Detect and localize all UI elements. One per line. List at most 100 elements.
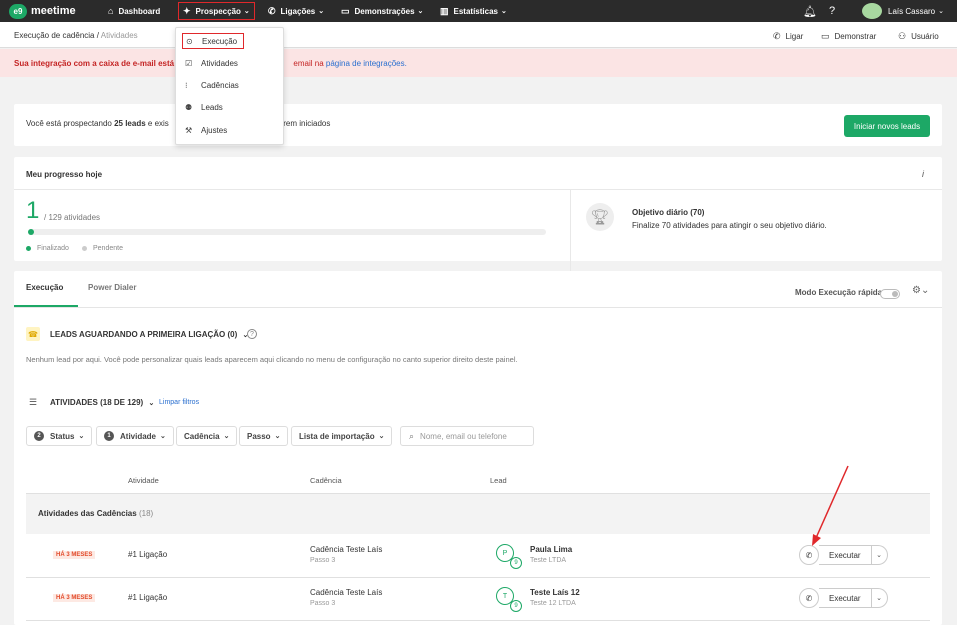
filter-passo[interactable]: Passo ⌄ (239, 426, 289, 446)
integrations-link[interactable]: página de integrações. (326, 59, 407, 68)
column-header-lead: Lead (490, 476, 507, 485)
start-new-leads-button[interactable]: Iniciar novos leads (844, 115, 930, 137)
execute-button[interactable]: Executar (819, 588, 872, 608)
gear-icon[interactable]: ⚙⌄ (912, 285, 929, 296)
cadence-step: Passo 3 (310, 600, 336, 607)
tab-power-dialer[interactable]: Power Dialer (88, 283, 136, 292)
menu-item-leads[interactable]: ⚉ Leads (182, 99, 223, 115)
lead-company: Teste LTDA (530, 557, 567, 564)
nav-prospeccao[interactable]: ✦ Prospecção ⌄ (178, 2, 255, 20)
phone-icon: ✆ (268, 5, 276, 16)
cadence-name[interactable]: Cadência Teste Laís (310, 588, 382, 597)
people-icon: ⚉ (185, 102, 193, 112)
quick-mode-toggle[interactable] (880, 289, 900, 299)
checkbox-icon: ☑ (185, 58, 193, 68)
menu-item-cadencias[interactable]: ⁝ Cadências (182, 77, 239, 93)
filter-atividade-label: Atividade (120, 431, 157, 441)
group-count: (18) (138, 509, 154, 518)
bell-icon[interactable]: 🔔︎ (803, 3, 817, 19)
logo-text: meetime (31, 5, 76, 17)
leads-section-title[interactable]: LEADS AGUARDANDO A PRIMEIRA LIGAÇÃO (0) … (50, 330, 248, 339)
question-icon[interactable]: ? (247, 329, 257, 339)
annotation-arrow (812, 465, 849, 546)
menu-item-leads-label: Leads (201, 102, 223, 112)
nav-ligacoes[interactable]: ✆ Ligações ⌄ (268, 4, 324, 18)
filter-lista-label: Lista de importação (299, 431, 375, 441)
progress-total: / 129 atividades (44, 213, 101, 222)
chart-icon: ▥ (440, 5, 449, 16)
info-icon[interactable]: i (922, 169, 924, 179)
trophy-icon: 🏆︎ (586, 203, 614, 231)
progress-bar-fill (28, 229, 35, 235)
leads-section-title-text: LEADS AGUARDANDO A PRIMEIRA LIGAÇÃO (0) (50, 330, 238, 339)
menu-item-atividades[interactable]: ☑ Atividades (182, 55, 238, 71)
clear-filters-link[interactable]: Limpar filtros (159, 399, 199, 406)
chevron-down-icon[interactable]: ⌄ (871, 545, 888, 565)
demonstrar-button[interactable]: ▭ Demonstrar (821, 31, 876, 42)
filter-passo-label: Passo (247, 431, 271, 441)
prospect-card: Você está prospectando 25 leads e exis se… (14, 104, 942, 146)
lead-name[interactable]: Teste Laís 12 (530, 588, 580, 597)
divider (14, 189, 942, 190)
nav-estatisticas[interactable]: ▥ Estatísticas ⌄ (440, 4, 507, 18)
help-icon[interactable]: ? (829, 3, 835, 19)
ligar-button[interactable]: ✆ Ligar (773, 31, 803, 42)
activities-section-title-text: ATIVIDADES (18 DE 129) (50, 398, 144, 407)
search-input[interactable]: ⌕ Nome, email ou telefone (400, 426, 534, 446)
column-header-atividade: Atividade (128, 476, 159, 485)
filter-status-label: Status (50, 431, 75, 441)
table-row[interactable]: HÁ 3 MESES #1 Ligação Cadência Teste Laí… (26, 578, 930, 620)
chevron-down-icon: ⌄ (160, 433, 166, 440)
prospeccao-dropdown-menu: ⊙ Execução ☑ Atividades ⁝ Cadências ⚉ Le… (175, 27, 284, 145)
legend-pending-dot (82, 246, 87, 251)
quick-mode-label: Modo Execução rápida (795, 288, 883, 297)
chevron-down-icon: ⌄ (318, 8, 325, 15)
activities-section-title[interactable]: ATIVIDADES (18 DE 129) ⌄ (50, 398, 154, 407)
execute-button-group: ✆ Executar ⌄ (799, 588, 888, 608)
menu-item-atividades-label: Atividades (201, 58, 238, 68)
time-badge: HÁ 3 MESES (53, 594, 96, 602)
menu-item-execucao-label: Execução (202, 36, 238, 46)
nav-dashboard[interactable]: ⌂ Dashboard (108, 4, 160, 18)
table-row[interactable]: HÁ 3 MESES #1 Ligação Cadência Teste Laí… (26, 535, 930, 577)
menu-item-ajustes[interactable]: ⚒ Ajustes (182, 122, 227, 138)
menu-item-cadencias-label: Cadências (201, 80, 239, 90)
column-header-cadencia: Cadência (310, 476, 342, 485)
monitor-icon: ▭ (341, 5, 350, 16)
nav-estatisticas-label: Estatísticas (453, 6, 498, 16)
prospect-text-before: Você está prospectando (26, 119, 112, 128)
user-menu[interactable]: Laís Cassaro ⌄ (862, 3, 944, 19)
breadcrumb-separator: / (96, 31, 99, 40)
logo[interactable]: e9 meetime (9, 3, 76, 19)
prospect-text-middle: e exis (147, 119, 169, 128)
tab-execucao[interactable]: Execução (26, 283, 63, 292)
activity-name: #1 Ligação (128, 550, 168, 559)
chevron-down-icon: ⌄ (417, 8, 424, 15)
target-icon: ✦ (183, 5, 191, 16)
group-label: Atividades das Cadências (18) (38, 509, 153, 518)
filter-atividade[interactable]: 1 Atividade ⌄ (96, 426, 174, 446)
menu-item-execucao[interactable]: ⊙ Execução (182, 33, 244, 49)
filter-status[interactable]: 2 Status ⌄ (26, 426, 93, 446)
waiting-leads-icon: ☎ (26, 327, 40, 341)
table-divider (26, 620, 930, 621)
chevron-down-icon[interactable]: ⌄ (871, 588, 888, 608)
nav-demonstracoes[interactable]: ▭ Demonstrações ⌄ (341, 4, 423, 18)
subheader: Execução de cadência / Atividades ✆ Liga… (0, 22, 957, 48)
leads-section-description: Nenhum lead por aqui. Você pode personal… (26, 355, 518, 364)
legend-pending: Pendente (82, 245, 123, 252)
filter-cadencia[interactable]: Cadência ⌄ (176, 426, 238, 446)
filter-cadencia-label: Cadência (184, 431, 220, 441)
phone-icon[interactable]: ✆ (799, 588, 819, 608)
usuario-button[interactable]: ⚇ Usuário (898, 31, 939, 42)
user-name: Laís Cassaro (888, 6, 936, 16)
lead-sub-badge: 9 (510, 557, 522, 569)
breadcrumb-root[interactable]: Execução de cadência (14, 31, 95, 40)
usuario-label: Usuário (911, 32, 939, 41)
cadence-name[interactable]: Cadência Teste Laís (310, 545, 382, 554)
prospect-leads-count: 25 leads (114, 119, 146, 128)
filter-lista-importacao[interactable]: Lista de importação ⌄ (291, 426, 393, 446)
phone-icon: ✆ (773, 31, 781, 41)
lead-name[interactable]: Paula Lima (530, 545, 572, 554)
lead-sub-badge: 9 (510, 600, 522, 612)
